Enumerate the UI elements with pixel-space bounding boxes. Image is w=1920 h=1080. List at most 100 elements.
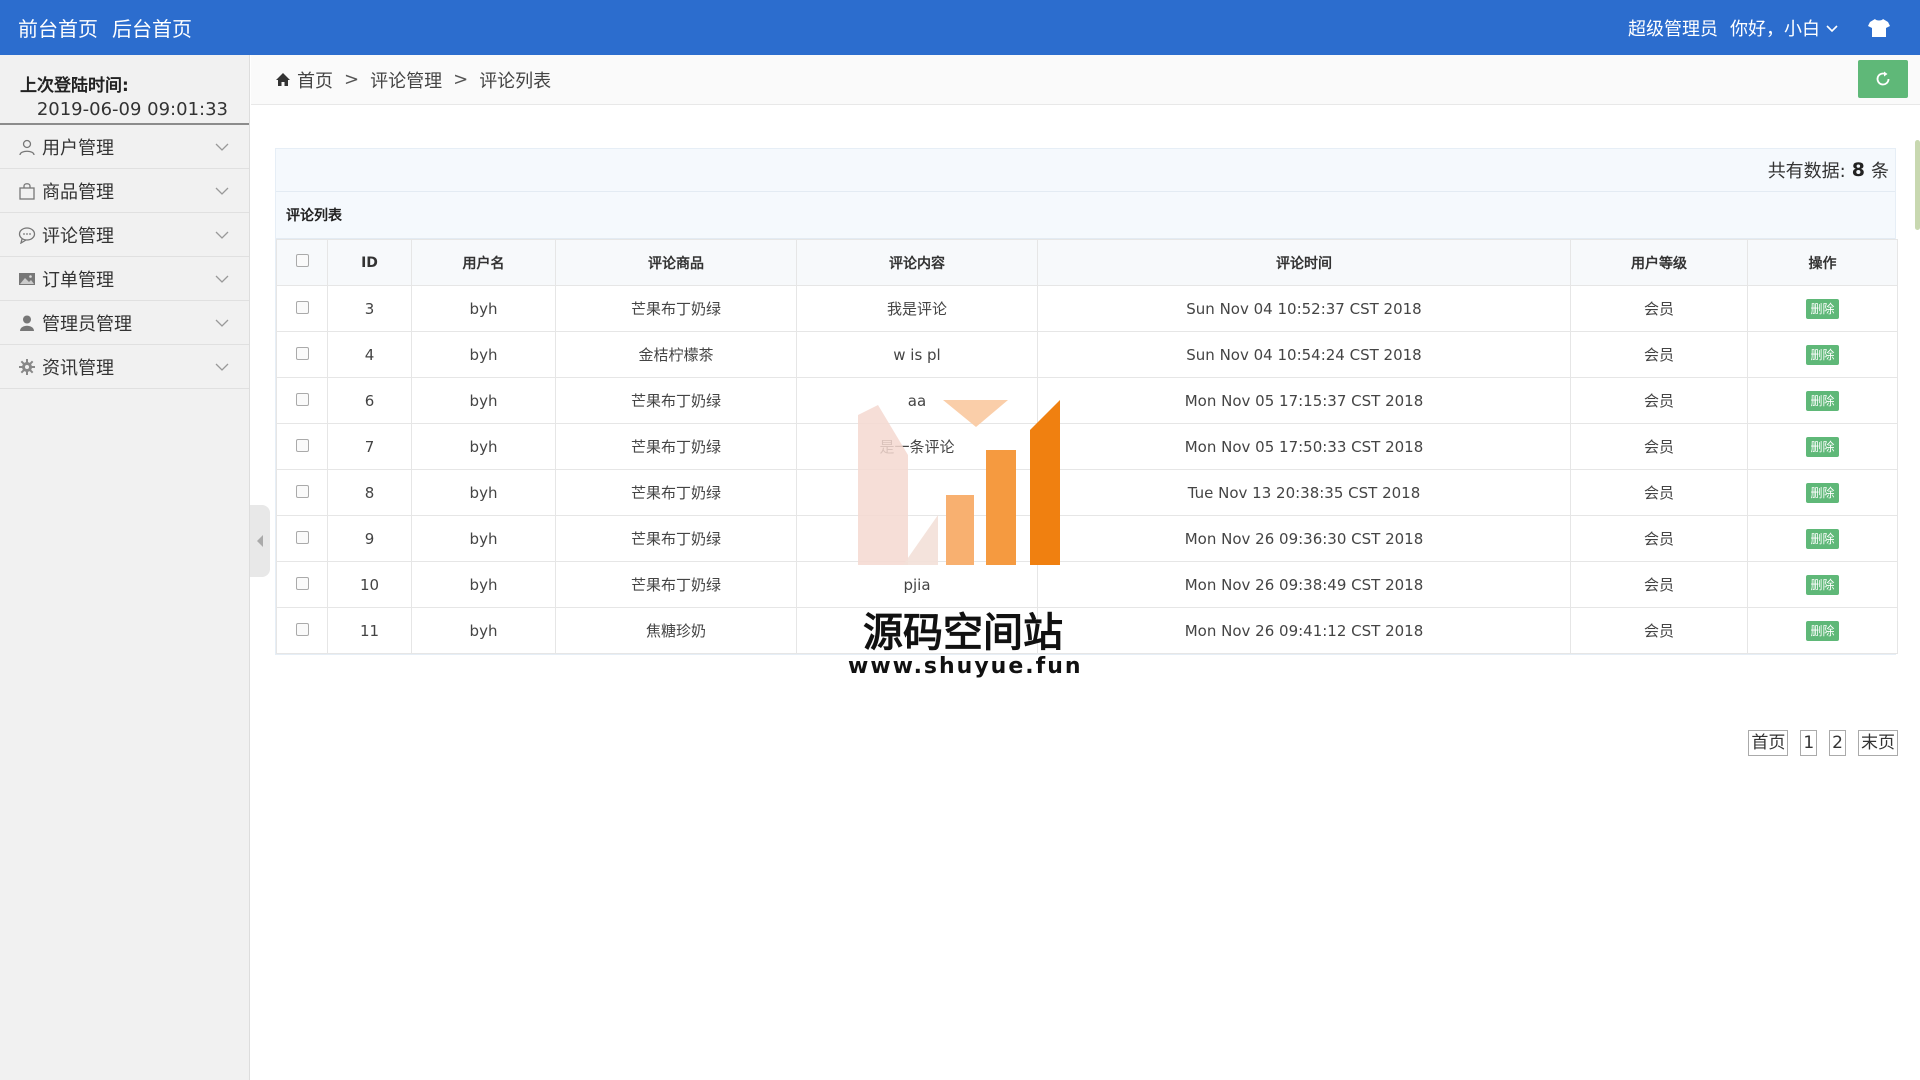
col-header-level[interactable]: 用户等级 bbox=[1570, 239, 1748, 286]
cell-product: 芒果布丁奶绿 bbox=[555, 377, 797, 424]
chevron-down-icon bbox=[215, 363, 229, 371]
row-checkbox[interactable] bbox=[295, 622, 309, 636]
cell-username: byh bbox=[411, 607, 556, 654]
row-checkbox[interactable] bbox=[295, 576, 309, 590]
person-icon bbox=[20, 315, 34, 331]
comment-icon bbox=[18, 226, 36, 244]
col-header-action: 操作 bbox=[1747, 239, 1898, 286]
delete-button[interactable]: 删除 bbox=[1806, 344, 1839, 365]
row-checkbox[interactable] bbox=[295, 392, 309, 406]
row-checkbox[interactable] bbox=[295, 484, 309, 498]
sidebar-item-label: 商品管理 bbox=[42, 181, 114, 203]
last-login-box: 上次登陆时间: 2019-06-09 09:01:33 bbox=[0, 55, 249, 125]
sidebar-item-label: 管理员管理 bbox=[42, 313, 132, 335]
row-checkbox[interactable] bbox=[295, 346, 309, 360]
cell-level: 会员 bbox=[1570, 607, 1748, 654]
col-header-product[interactable]: 评论商品 bbox=[555, 239, 797, 286]
comment-table: ID 用户名 评论商品 评论内容 评论时间 用户等级 操作 3 byh 芒果布丁奶绿… bbox=[276, 239, 1898, 654]
sidebar-item-comments[interactable]: 评论管理 bbox=[0, 213, 249, 257]
cell-action: 删除 bbox=[1747, 331, 1898, 378]
cell-action: 删除 bbox=[1747, 515, 1898, 562]
delete-button[interactable]: 删除 bbox=[1806, 298, 1839, 319]
cell-content: 我是评论 bbox=[796, 285, 1038, 332]
table-row: 9 byh 芒果布丁奶绿 Mon Nov 26 09:36:30 CST 2018 会员… bbox=[276, 515, 1898, 562]
cell-product: 芒果布丁奶绿 bbox=[555, 515, 797, 562]
cell-time: Tue Nov 13 20:38:35 CST 2018 bbox=[1037, 469, 1571, 516]
chevron-down-icon bbox=[1826, 24, 1838, 32]
skin-shirt-icon[interactable] bbox=[1868, 18, 1890, 38]
cell-id: 11 bbox=[327, 607, 412, 654]
col-header-username[interactable]: 用户名 bbox=[411, 239, 556, 286]
cell-action: 删除 bbox=[1747, 607, 1898, 654]
delete-button[interactable]: 删除 bbox=[1806, 574, 1839, 595]
row-select-cell bbox=[276, 331, 328, 378]
col-header-id[interactable]: ID bbox=[327, 239, 412, 286]
cell-level: 会员 bbox=[1570, 285, 1748, 332]
cell-content: pjia bbox=[796, 561, 1038, 608]
refresh-button[interactable] bbox=[1858, 60, 1908, 98]
row-select-cell bbox=[276, 607, 328, 654]
sidebar-item-admins[interactable]: 管理员管理 bbox=[0, 301, 249, 345]
cell-action: 删除 bbox=[1747, 423, 1898, 470]
row-checkbox[interactable] bbox=[295, 530, 309, 544]
chevron-down-icon bbox=[215, 143, 229, 151]
table-row: 11 byh 焦糖珍奶 Mon Nov 26 09:41:12 CST 2018 会员 删… bbox=[276, 607, 1898, 654]
user-menu[interactable]: 你好，小白 bbox=[1730, 15, 1838, 41]
cell-level: 会员 bbox=[1570, 515, 1748, 562]
delete-button[interactable]: 删除 bbox=[1806, 620, 1839, 641]
sidebar-item-label: 评论管理 bbox=[42, 225, 114, 247]
cell-username: byh bbox=[411, 331, 556, 378]
comment-panel: 共有数据: 8 条 评论列表 ID 用户名 评论商品 评论内容 评论时间 用户等… bbox=[275, 148, 1898, 655]
row-checkbox[interactable] bbox=[295, 438, 309, 452]
cell-content: aa bbox=[796, 377, 1038, 424]
row-select-cell bbox=[276, 377, 328, 424]
breadcrumb-separator: > bbox=[344, 69, 360, 90]
cell-id: 9 bbox=[327, 515, 412, 562]
delete-button[interactable]: 删除 bbox=[1806, 528, 1839, 549]
cell-product: 焦糖珍奶 bbox=[555, 607, 797, 654]
sidebar-item-products[interactable]: 商品管理 bbox=[0, 169, 249, 213]
breadcrumb-home[interactable]: 首页 bbox=[297, 67, 333, 93]
row-select-cell bbox=[276, 561, 328, 608]
breadcrumb-comment-management[interactable]: 评论管理 bbox=[370, 67, 442, 93]
cell-content: 是一条评论 bbox=[796, 423, 1038, 470]
bag-icon bbox=[19, 182, 35, 200]
row-select-cell bbox=[276, 423, 328, 470]
sidebar-item-news[interactable]: 资讯管理 bbox=[0, 345, 249, 389]
select-all-checkbox[interactable] bbox=[295, 254, 309, 267]
chevron-down-icon bbox=[215, 187, 229, 195]
row-select-cell bbox=[276, 285, 328, 332]
pager-page-2[interactable]: 2 bbox=[1829, 730, 1846, 756]
total-count: 8 bbox=[1851, 159, 1865, 181]
delete-button[interactable]: 删除 bbox=[1806, 436, 1839, 457]
col-header-time[interactable]: 评论时间 bbox=[1037, 239, 1571, 286]
user-area: 超级管理员 你好，小白 bbox=[1628, 15, 1920, 41]
col-header-content[interactable]: 评论内容 bbox=[796, 239, 1038, 286]
scrollbar-hint[interactable] bbox=[1915, 140, 1920, 230]
last-login-label: 上次登陆时间: bbox=[20, 76, 129, 96]
delete-button[interactable]: 删除 bbox=[1806, 390, 1839, 411]
cell-product: 芒果布丁奶绿 bbox=[555, 285, 797, 332]
frontend-home-link[interactable]: 前台首页 bbox=[18, 13, 98, 42]
table-header-row: ID 用户名 评论商品 评论内容 评论时间 用户等级 操作 bbox=[276, 239, 1898, 286]
delete-button[interactable]: 删除 bbox=[1806, 482, 1839, 503]
total-count-bar: 共有数据: 8 条 bbox=[276, 149, 1895, 192]
top-navbar: 前台首页 后台首页 超级管理员 你好，小白 bbox=[0, 0, 1920, 55]
refresh-icon bbox=[1876, 71, 1890, 86]
sidebar-item-orders[interactable]: 订单管理 bbox=[0, 257, 249, 301]
pager-first[interactable]: 首页 bbox=[1748, 730, 1789, 756]
row-checkbox[interactable] bbox=[295, 300, 309, 314]
cell-action: 删除 bbox=[1747, 377, 1898, 424]
gear-icon bbox=[19, 358, 35, 375]
backend-home-link[interactable]: 后台首页 bbox=[112, 13, 192, 42]
cell-product: 芒果布丁奶绿 bbox=[555, 561, 797, 608]
sidebar-item-label: 资讯管理 bbox=[42, 357, 114, 379]
pager-page-1[interactable]: 1 bbox=[1800, 730, 1818, 756]
pager-last[interactable]: 末页 bbox=[1858, 730, 1898, 756]
cell-level: 会员 bbox=[1570, 377, 1748, 424]
top-nav-links: 前台首页 后台首页 bbox=[0, 13, 206, 42]
home-icon bbox=[276, 73, 290, 86]
select-all-cell bbox=[276, 239, 328, 286]
sidebar-item-users[interactable]: 用户管理 bbox=[0, 125, 249, 169]
cell-time: Mon Nov 26 09:36:30 CST 2018 bbox=[1037, 515, 1571, 562]
